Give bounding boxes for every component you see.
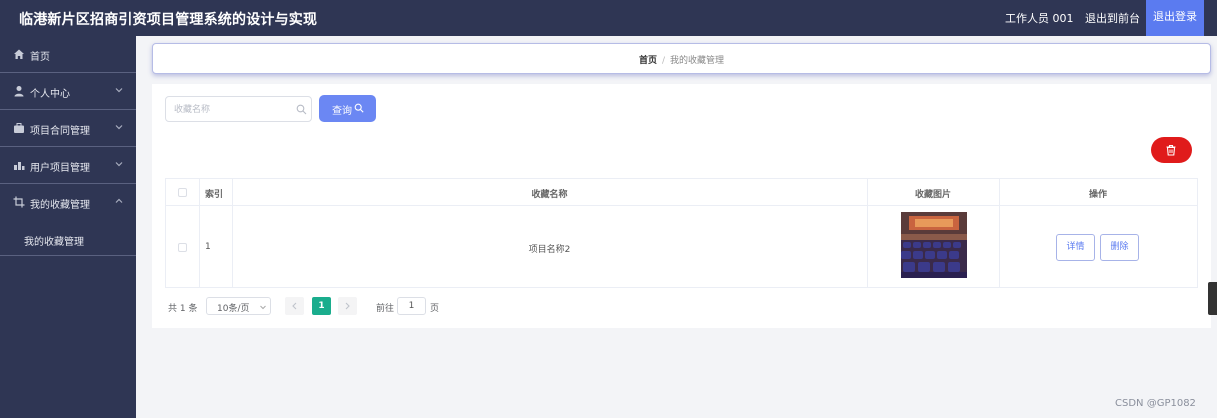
search-icon <box>354 103 364 113</box>
trash-icon <box>1166 144 1176 156</box>
home-icon <box>14 49 24 59</box>
sidebar-item-label: 首页 <box>30 52 50 63</box>
chart-icon <box>14 162 25 170</box>
column-header-name: 收藏名称 <box>531 190 568 200</box>
page-size-value: 10条/页 <box>217 304 250 314</box>
conference-hall-photo <box>901 212 967 278</box>
exit-to-frontend-link[interactable]: 退出到前台 <box>1085 10 1140 26</box>
batch-delete-button[interactable] <box>1151 137 1192 163</box>
row-index: 1 <box>205 242 211 252</box>
next-page-button[interactable] <box>338 297 357 315</box>
chevron-down-icon <box>115 162 123 167</box>
side-handle[interactable] <box>1208 282 1217 315</box>
search-icon <box>296 104 307 115</box>
crop-icon <box>13 196 25 208</box>
page-suffix: 页 <box>430 304 440 314</box>
goto-label: 前往 <box>376 304 395 314</box>
app-title: 临港新片区招商引资项目管理系统的设计与实现 <box>19 12 318 28</box>
search-input[interactable] <box>174 102 292 117</box>
column-header-image: 收藏图片 <box>914 190 951 200</box>
top-bar: 临港新片区招商引资项目管理系统的设计与实现 工作人员 001 退出到前台 退出登… <box>0 0 1217 36</box>
goto-page-input[interactable] <box>397 297 426 315</box>
detail-button[interactable]: 详情 <box>1056 234 1095 261</box>
total-count: 共 1 条 <box>168 304 198 314</box>
column-header-actions: 操作 <box>1088 190 1107 200</box>
chevron-up-icon <box>115 198 123 203</box>
sidebar-item-user-projects[interactable]: 用户项目管理 <box>0 147 136 184</box>
sidebar-item-contracts[interactable]: 项目合同管理 <box>0 110 136 147</box>
sidebar-item-label: 我的收藏管理 <box>30 200 90 211</box>
sidebar-item-home[interactable]: 首页 <box>0 36 136 73</box>
logout-button[interactable]: 退出登录 <box>1146 0 1204 36</box>
query-button-label: 查询 <box>332 106 352 117</box>
pagination: 共 1 条 10条/页 1 前往 页 <box>165 296 565 316</box>
chevron-right-icon <box>345 302 350 310</box>
breadcrumb-current: 我的收藏管理 <box>670 56 725 66</box>
row-name: 项目名称2 <box>528 245 571 255</box>
user-icon <box>14 86 24 97</box>
chevron-down-icon <box>115 88 123 93</box>
sidebar-item-label: 个人中心 <box>30 89 70 100</box>
breadcrumb-home[interactable]: 首页 <box>639 56 657 66</box>
sidebar-item-label: 项目合同管理 <box>30 126 90 137</box>
table-header: 索引 收藏名称 收藏图片 操作 <box>166 179 1197 206</box>
query-button[interactable]: 查询 <box>319 95 376 122</box>
favorites-table: 索引 收藏名称 收藏图片 操作 1 项目名称2 详情 删除 <box>165 178 1198 288</box>
column-header-index: 索引 <box>205 190 224 200</box>
prev-page-button[interactable] <box>285 297 304 315</box>
watermark: CSDN @GP1082 <box>1115 398 1196 409</box>
chevron-left-icon <box>292 302 297 310</box>
breadcrumb: 首页 / 我的收藏管理 <box>152 43 1211 74</box>
current-user: 工作人员 001 <box>1005 12 1074 25</box>
row-checkbox[interactable] <box>178 243 187 252</box>
sidebar-item-favorites[interactable]: 我的收藏管理 <box>0 184 136 221</box>
select-all-checkbox[interactable] <box>178 188 187 197</box>
sidebar: 首页 个人中心 项目合同管理 用户项目管理 我的收藏管理 我的收藏管理 <box>0 36 136 418</box>
chevron-down-icon <box>115 125 123 130</box>
search-box <box>165 96 312 122</box>
briefcase-icon <box>14 123 24 133</box>
breadcrumb-separator: / <box>661 56 666 66</box>
sidebar-subitem-favorites[interactable]: 我的收藏管理 <box>0 222 136 256</box>
sidebar-subitem-label: 我的收藏管理 <box>24 237 84 248</box>
chevron-down-icon <box>260 305 266 310</box>
page-size-select[interactable]: 10条/页 <box>206 297 271 315</box>
page-number-current[interactable]: 1 <box>312 297 331 315</box>
sidebar-item-label: 用户项目管理 <box>30 163 90 174</box>
sidebar-item-profile[interactable]: 个人中心 <box>0 73 136 110</box>
delete-button[interactable]: 删除 <box>1100 234 1139 261</box>
